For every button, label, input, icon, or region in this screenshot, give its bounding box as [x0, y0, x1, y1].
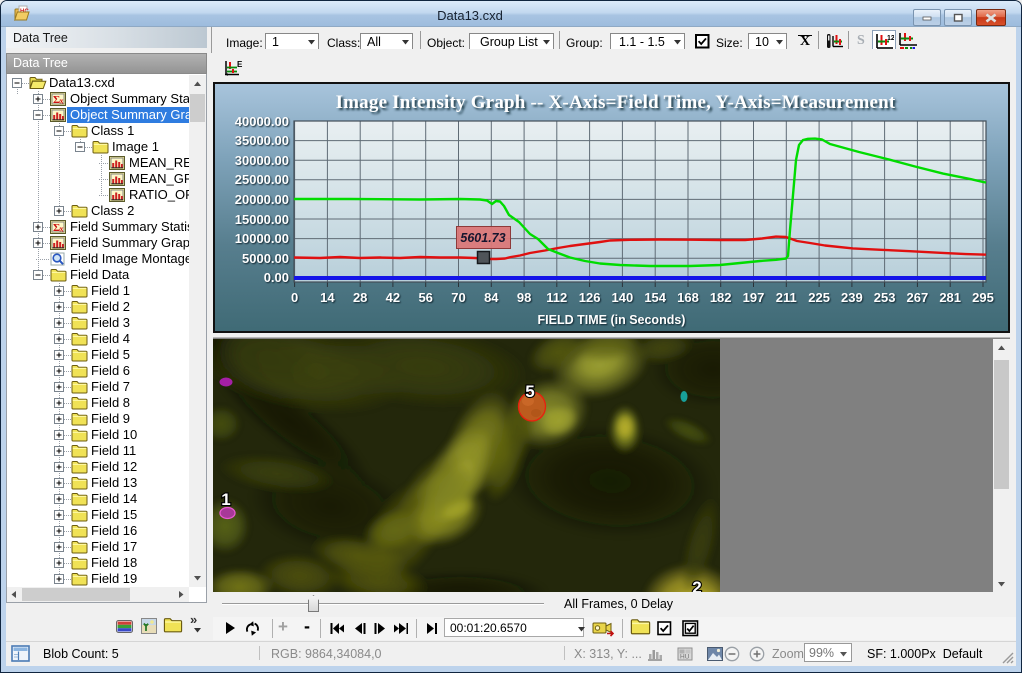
svg-text:x: x [60, 225, 64, 234]
svg-text:5: 5 [525, 382, 534, 401]
svg-text:HU: HU [680, 654, 690, 661]
svg-text:x: x [60, 97, 64, 106]
svg-text:12: 12 [887, 35, 894, 42]
svg-text:2: 2 [692, 578, 701, 593]
svg-text:1: 1 [221, 490, 230, 509]
svg-text:E: E [237, 61, 243, 69]
